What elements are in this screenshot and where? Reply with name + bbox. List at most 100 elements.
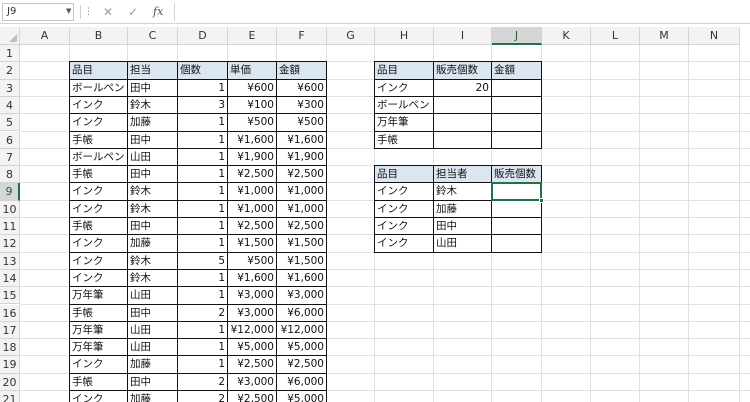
- summary-table-header-cell[interactable]: 品目: [375, 62, 433, 79]
- row-header-13[interactable]: 13: [0, 252, 20, 270]
- sales-table-cell[interactable]: 加藤: [128, 235, 177, 251]
- sales-table-cell[interactable]: ¥2,500: [277, 218, 326, 234]
- sales-table-cell[interactable]: インク: [70, 201, 127, 217]
- sales-table-cell[interactable]: ¥300: [277, 97, 326, 113]
- sales-table-cell[interactable]: 鈴木: [128, 201, 177, 217]
- row-header-11[interactable]: 11: [0, 218, 20, 236]
- person-table-cell[interactable]: インク: [375, 201, 433, 217]
- person-table-cell[interactable]: 加藤: [434, 201, 491, 217]
- sales-table-cell[interactable]: 5: [178, 253, 227, 269]
- sales-table-cell[interactable]: ¥1,500: [228, 235, 276, 251]
- sales-table-cell[interactable]: ¥5,000: [228, 339, 276, 355]
- sales-table-header-cell[interactable]: 担当: [128, 62, 177, 79]
- sales-table-cell[interactable]: ボールペン: [70, 149, 127, 165]
- summary-table-cell[interactable]: [434, 132, 491, 148]
- column-header-e[interactable]: E: [228, 27, 277, 45]
- row-header-1[interactable]: 1: [0, 45, 20, 63]
- sales-table-cell[interactable]: 加藤: [128, 356, 177, 372]
- sales-table-cell[interactable]: ¥12,000: [228, 322, 276, 338]
- sales-table-cell[interactable]: 1: [178, 80, 227, 96]
- sales-table-cell[interactable]: 1: [178, 114, 227, 130]
- summary-table-cell[interactable]: [492, 97, 541, 113]
- sales-table-cell[interactable]: 田中: [128, 80, 177, 96]
- sales-table-cell[interactable]: ¥3,000: [228, 374, 276, 390]
- sales-table-cell[interactable]: 田中: [128, 166, 177, 182]
- row-header-12[interactable]: 12: [0, 235, 20, 253]
- row-header-7[interactable]: 7: [0, 148, 20, 167]
- sales-table-cell[interactable]: ¥600: [277, 80, 326, 96]
- row-header-19[interactable]: 19: [0, 356, 20, 374]
- row-header-16[interactable]: 16: [0, 304, 20, 322]
- sales-table-cell[interactable]: 田中: [128, 374, 177, 390]
- sales-table-cell[interactable]: ¥1,500: [277, 235, 326, 251]
- sales-table-header-cell[interactable]: 品目: [70, 62, 127, 79]
- column-header-j[interactable]: J: [492, 27, 542, 45]
- column-header-h[interactable]: H: [375, 27, 434, 45]
- row-header-6[interactable]: 6: [0, 131, 20, 149]
- column-header-d[interactable]: D: [178, 27, 228, 45]
- sales-table-cell[interactable]: 手帳: [70, 305, 127, 321]
- sales-table-cell[interactable]: インク: [70, 97, 127, 113]
- summary-table-cell[interactable]: [434, 114, 491, 130]
- sales-table-cell[interactable]: ¥500: [228, 114, 276, 130]
- row-header-3[interactable]: 3: [0, 79, 20, 97]
- sales-table-cell[interactable]: 万年筆: [70, 322, 127, 338]
- sales-table-cell[interactable]: ¥1,000: [277, 201, 326, 217]
- sales-table-cell[interactable]: 手帳: [70, 132, 127, 148]
- row-header-18[interactable]: 18: [0, 339, 20, 357]
- sales-table-cell[interactable]: 1: [178, 235, 227, 251]
- sales-table-cell[interactable]: 1: [178, 201, 227, 217]
- sales-table-cell[interactable]: 1: [178, 183, 227, 199]
- row-header-14[interactable]: 14: [0, 269, 20, 288]
- row-header-8[interactable]: 8: [0, 166, 20, 184]
- column-header-i[interactable]: I: [434, 27, 492, 45]
- sales-table-cell[interactable]: 鈴木: [128, 183, 177, 199]
- sales-table-cell[interactable]: 田中: [128, 218, 177, 234]
- sales-table-cell[interactable]: ¥1,500: [277, 253, 326, 269]
- sales-table-cell[interactable]: 2: [178, 391, 227, 402]
- sales-table-cell[interactable]: ¥100: [228, 97, 276, 113]
- person-table-cell[interactable]: [492, 201, 541, 217]
- sales-table-cell[interactable]: 3: [178, 97, 227, 113]
- sales-table-cell[interactable]: 2: [178, 305, 227, 321]
- sales-table-cell[interactable]: 加藤: [128, 391, 177, 402]
- column-header-g[interactable]: G: [327, 27, 375, 45]
- row-header-17[interactable]: 17: [0, 321, 20, 340]
- sales-table-cell[interactable]: 田中: [128, 132, 177, 148]
- summary-table-cell[interactable]: 万年筆: [375, 114, 433, 130]
- sales-table-cell[interactable]: 加藤: [128, 114, 177, 130]
- row-header-4[interactable]: 4: [0, 96, 20, 115]
- sales-table-cell[interactable]: ¥1,600: [277, 270, 326, 286]
- sales-table-cell[interactable]: ¥3,000: [228, 287, 276, 303]
- sales-table-cell[interactable]: ¥12,000: [277, 322, 326, 338]
- sales-table-cell[interactable]: 山田: [128, 149, 177, 165]
- sales-table-cell[interactable]: ¥5,000: [277, 339, 326, 355]
- select-all-corner[interactable]: [0, 27, 20, 45]
- sales-table-cell[interactable]: 手帳: [70, 166, 127, 182]
- sales-table-cell[interactable]: ¥1,000: [228, 201, 276, 217]
- row-header-20[interactable]: 20: [0, 373, 20, 391]
- person-table-header-cell[interactable]: 品目: [375, 166, 433, 183]
- summary-table-cell[interactable]: 20: [434, 80, 491, 96]
- summary-table-cell[interactable]: [492, 114, 541, 130]
- sales-table-cell[interactable]: 鈴木: [128, 270, 177, 286]
- summary-table-cell[interactable]: [492, 80, 541, 96]
- sales-table-cell[interactable]: 山田: [128, 322, 177, 338]
- sales-table-header-cell[interactable]: 単価: [228, 62, 276, 79]
- sales-table-cell[interactable]: ¥1,900: [277, 149, 326, 165]
- summary-table-cell[interactable]: [434, 97, 491, 113]
- sales-table-cell[interactable]: 鈴木: [128, 97, 177, 113]
- sales-table-cell[interactable]: 1: [178, 218, 227, 234]
- column-header-l[interactable]: L: [591, 27, 640, 45]
- sales-table-cell[interactable]: 1: [178, 339, 227, 355]
- sales-table-cell[interactable]: インク: [70, 253, 127, 269]
- column-header-a[interactable]: A: [20, 27, 70, 45]
- column-header-c[interactable]: C: [128, 27, 178, 45]
- column-header-b[interactable]: B: [70, 27, 128, 45]
- row-header-10[interactable]: 10: [0, 200, 20, 218]
- sales-table-cell[interactable]: ボールペン: [70, 80, 127, 96]
- sales-table-cell[interactable]: 1: [178, 132, 227, 148]
- sales-table-cell[interactable]: インク: [70, 235, 127, 251]
- summary-table-cell[interactable]: ボールペン: [375, 97, 433, 113]
- person-table-cell[interactable]: 鈴木: [434, 183, 491, 199]
